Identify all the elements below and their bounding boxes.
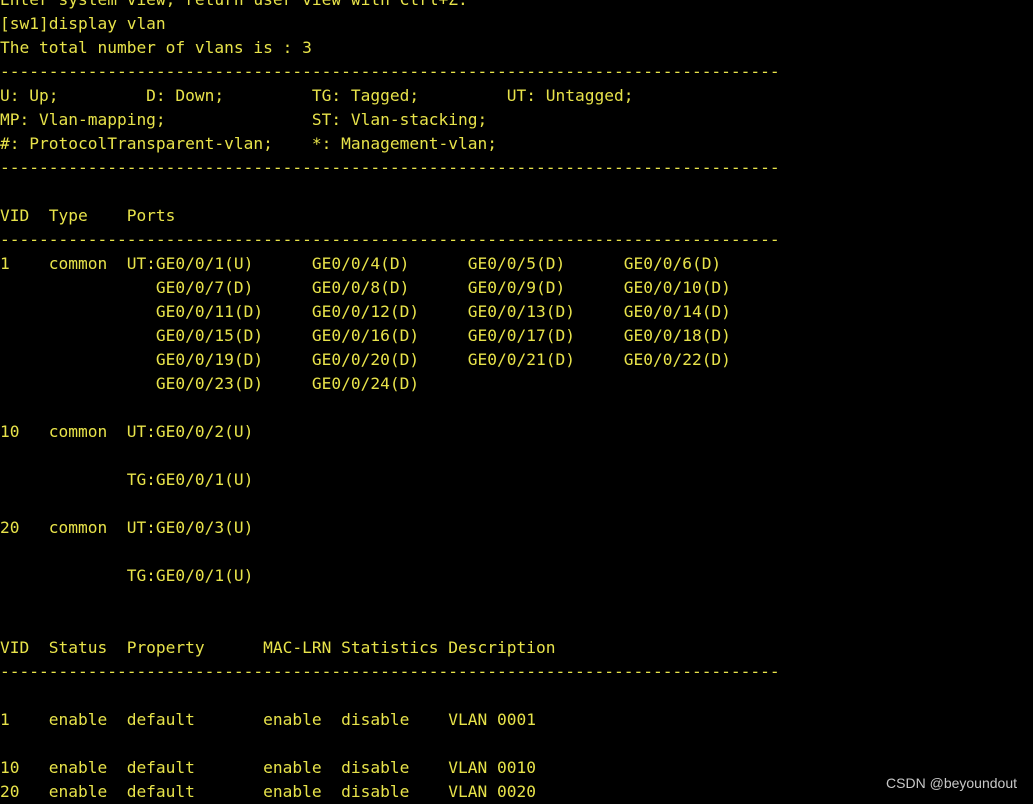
- ports-table-header: VID Type Ports: [0, 206, 176, 225]
- legend-line: MP: Vlan-mapping; ST: Vlan-stacking;: [0, 110, 488, 129]
- ports-row: GE0/0/11(D) GE0/0/12(D) GE0/0/13(D) GE0/…: [0, 302, 731, 321]
- separator-line: ----------------------------------------…: [0, 62, 780, 81]
- separator-line: ----------------------------------------…: [0, 230, 780, 249]
- vlan-count-line: The total number of vlans is : 3: [0, 38, 312, 57]
- terminal-line: Enter system view, return user view with…: [0, 0, 780, 12]
- ports-row: 10 common UT:GE0/0/2(U): [0, 422, 254, 441]
- ports-row: GE0/0/7(D) GE0/0/8(D) GE0/0/9(D) GE0/0/1…: [0, 278, 731, 297]
- separator-line: ----------------------------------------…: [0, 662, 780, 681]
- legend-line: U: Up; D: Down; TG: Tagged; UT: Untagged…: [0, 86, 634, 105]
- ports-row: TG:GE0/0/1(U): [0, 470, 254, 489]
- status-row: 10 enable default enable disable VLAN 00…: [0, 758, 537, 777]
- command-line: [sw1]display vlan: [0, 14, 166, 33]
- status-table-header: VID Status Property MAC-LRN Statistics D…: [0, 638, 556, 657]
- ports-row: TG:GE0/0/1(U): [0, 566, 254, 585]
- ports-row: 1 common UT:GE0/0/1(U) GE0/0/4(D) GE0/0/…: [0, 254, 722, 273]
- legend-line: #: ProtocolTransparent-vlan; *: Manageme…: [0, 134, 498, 153]
- separator-line: ----------------------------------------…: [0, 158, 780, 177]
- ports-row: 20 common UT:GE0/0/3(U): [0, 518, 254, 537]
- watermark: CSDN @beyoundout: [886, 775, 1017, 791]
- status-row: 20 enable default enable disable VLAN 00…: [0, 782, 537, 801]
- ports-row: GE0/0/23(D) GE0/0/24(D): [0, 374, 420, 393]
- ports-row: GE0/0/19(D) GE0/0/20(D) GE0/0/21(D) GE0/…: [0, 350, 731, 369]
- ports-row: GE0/0/15(D) GE0/0/16(D) GE0/0/17(D) GE0/…: [0, 326, 731, 345]
- status-row: 1 enable default enable disable VLAN 000…: [0, 710, 537, 729]
- terminal-output[interactable]: Enter system view, return user view with…: [0, 0, 780, 804]
